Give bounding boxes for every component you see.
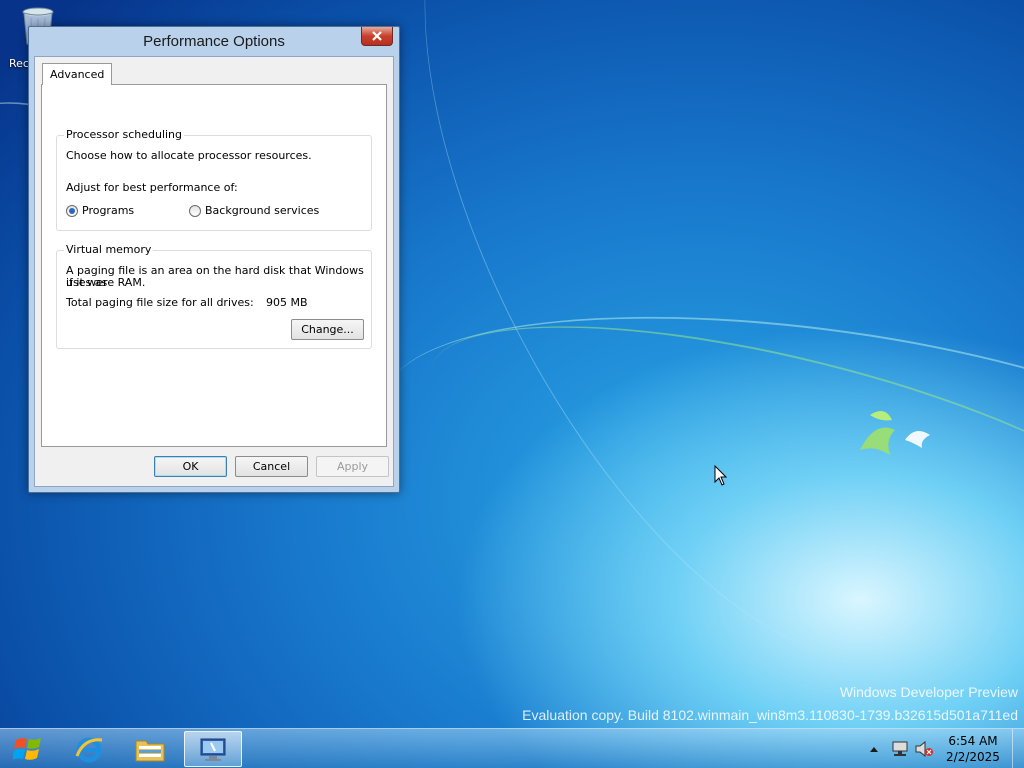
mouse-cursor-icon bbox=[714, 465, 728, 486]
paging-description-line2: if it were RAM. bbox=[66, 276, 146, 289]
show-desktop-button[interactable] bbox=[1012, 729, 1024, 768]
clock-date: 2/2/2025 bbox=[946, 750, 1000, 764]
start-button[interactable] bbox=[6, 732, 50, 766]
group-caption: Processor scheduling bbox=[64, 128, 185, 141]
total-paging-label: Total paging file size for all drives: bbox=[66, 296, 254, 309]
windows-logo-icon bbox=[13, 738, 41, 760]
dialog-client-area: Advanced Processor scheduling Choose how… bbox=[34, 56, 394, 487]
ie-icon bbox=[75, 737, 103, 763]
taskbar-internet-explorer[interactable] bbox=[60, 731, 118, 767]
change-button[interactable]: Change... bbox=[291, 319, 364, 340]
wallpaper-streak bbox=[312, 0, 1024, 742]
window-title: Performance Options bbox=[143, 33, 285, 50]
network-icon bbox=[892, 741, 908, 756]
processor-scheduling-group: Processor scheduling Choose how to alloc… bbox=[56, 129, 372, 231]
taskbar: 6:54 AM 2/2/2025 bbox=[0, 728, 1024, 768]
show-hidden-icons-button[interactable] bbox=[866, 729, 882, 768]
system-properties-icon bbox=[200, 738, 226, 761]
radio-programs[interactable]: Programs bbox=[66, 204, 134, 217]
group-caption: Virtual memory bbox=[64, 243, 154, 256]
wallpaper-birds bbox=[860, 411, 930, 455]
title-bar[interactable]: Performance Options bbox=[29, 27, 399, 56]
radio-label: Background services bbox=[205, 204, 320, 217]
virtual-memory-group: Virtual memory A paging file is an area … bbox=[56, 244, 372, 349]
taskbar-system-properties[interactable] bbox=[184, 731, 242, 767]
folder-icon bbox=[135, 740, 165, 762]
radio-background-services[interactable]: Background services bbox=[189, 204, 319, 217]
chevron-up-icon bbox=[870, 747, 878, 752]
radio-selected-indicator bbox=[66, 204, 78, 217]
volume-tray-button[interactable] bbox=[913, 729, 935, 768]
volume-muted-icon bbox=[915, 741, 933, 757]
taskbar-windows-explorer[interactable] bbox=[121, 731, 179, 767]
radio-label: Programs bbox=[82, 204, 135, 217]
network-tray-button[interactable] bbox=[889, 729, 911, 768]
ok-button[interactable]: OK bbox=[154, 456, 227, 477]
watermark-line1: Windows Developer Preview bbox=[839, 684, 1018, 700]
processor-description: Choose how to allocate processor resourc… bbox=[66, 149, 312, 162]
radio-unselected-indicator bbox=[189, 204, 201, 217]
adjust-label: Adjust for best performance of: bbox=[66, 181, 238, 194]
clock-time: 6:54 AM bbox=[948, 734, 998, 748]
cancel-button[interactable]: Cancel bbox=[235, 456, 308, 477]
close-button[interactable] bbox=[361, 27, 393, 46]
total-paging-value: 905 MB bbox=[266, 296, 308, 309]
watermark-line2: Evaluation copy. Build 8102.winmain_win8… bbox=[522, 707, 1018, 723]
apply-button: Apply bbox=[316, 456, 389, 477]
taskbar-clock[interactable]: 6:54 AM 2/2/2025 bbox=[934, 733, 1012, 765]
tab-advanced[interactable]: Advanced bbox=[42, 63, 113, 85]
performance-options-window: Performance Options Advanced Processor s… bbox=[28, 26, 400, 493]
close-icon bbox=[372, 31, 382, 41]
tab-panel-advanced: Processor scheduling Choose how to alloc… bbox=[41, 84, 387, 447]
